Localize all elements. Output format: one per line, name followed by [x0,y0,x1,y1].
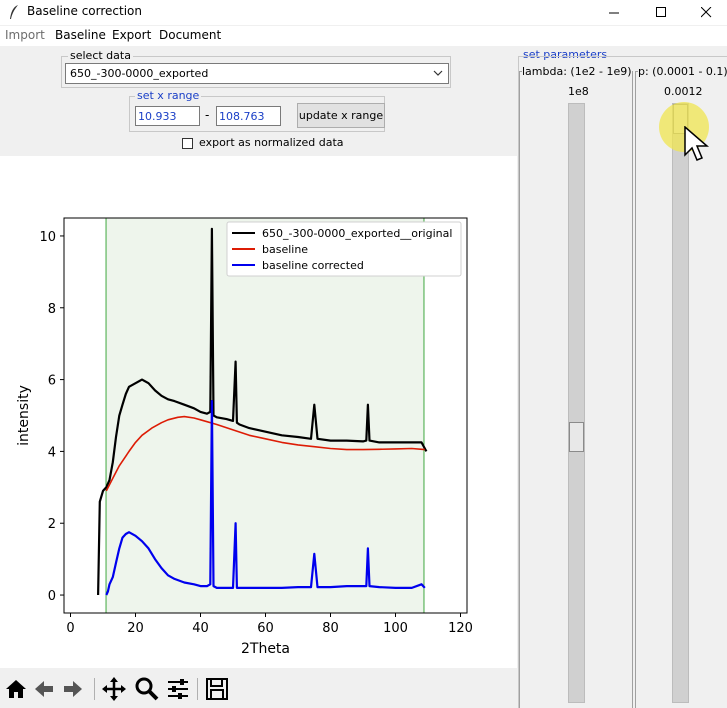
y-tick-label: 8 [48,302,56,317]
data-select-value: 650_-300-0000_exported [70,67,209,80]
close-icon [700,7,711,18]
chevron-down-icon [433,70,443,76]
x-tick-label: 80 [322,621,339,636]
toolbar-separator [94,678,95,700]
x-axis-label: 2Theta [241,641,290,657]
p-slider-track[interactable] [672,103,689,703]
export-normalized-checkbox[interactable] [182,138,193,149]
pan-icon [102,677,126,701]
toolbar-separator [197,678,198,700]
back-icon [35,681,53,697]
back-button[interactable] [31,676,57,702]
plot-canvas[interactable]: 0 20 40 60 80 100 120 0 2 4 6 8 10 2Theta intensity 650… [0,156,517,668]
close-button[interactable] [683,0,727,25]
plot-toolbar [0,670,517,708]
home-button[interactable] [3,676,29,702]
minimize-button[interactable] [591,0,637,25]
configure-button[interactable] [165,676,191,702]
y-tick-label: 6 [48,374,56,389]
legend-entry: 650_-300-0000_exported__original [262,227,452,240]
save-icon [206,678,228,700]
pan-button[interactable] [101,676,127,702]
x-tick-label: 120 [448,621,473,636]
lambda-label: lambda: (1e2 - 1e9) [522,65,632,78]
data-select-combobox[interactable]: 650_-300-0000_exported [65,63,449,84]
menu-baseline[interactable]: Baseline [55,28,106,42]
y-axis-label: intensity [16,385,32,446]
zoom-icon [135,677,159,701]
p-value: 0.0012 [664,85,703,98]
minimize-icon [608,12,619,14]
forward-button[interactable] [60,676,86,702]
title-bar: Baseline correction [0,0,727,25]
lambda-value: 1e8 [568,85,589,98]
x-tick-label: 100 [383,621,408,636]
menu-import[interactable]: Import [5,28,45,42]
mouse-cursor-icon [684,126,710,161]
x-tick-label: 60 [257,621,274,636]
legend-entry: baseline corrected [262,259,364,272]
legend-entry: baseline [262,243,308,256]
y-tick-label: 4 [48,445,56,460]
home-icon [6,680,26,698]
lambda-slider-thumb[interactable] [569,422,584,452]
y-tick-label: 2 [48,517,56,532]
x-range-label: set x range [135,89,202,103]
legend: 650_-300-0000_exported__original baseline… [226,221,462,277]
maximize-button[interactable] [638,0,684,25]
x-max-input[interactable]: 108.763 [216,106,281,126]
feather-icon [10,5,18,19]
chart-svg: 0 20 40 60 80 100 120 0 2 4 6 8 10 2Theta intensity 650… [16,217,473,657]
zoom-button[interactable] [134,676,160,702]
export-normalized-label: export as normalized data [199,136,344,149]
menu-document[interactable]: Document [159,28,221,42]
x-tick-label: 20 [127,621,144,636]
x-tick-label: 40 [192,621,209,636]
configure-icon [168,679,188,699]
x-min-input[interactable]: 10.933 [135,106,200,126]
update-x-range-button[interactable]: update x range [297,103,385,128]
maximize-icon [655,7,666,17]
x-range-dash: - [205,108,210,122]
forward-icon [64,681,82,697]
x-tick-label: 0 [66,621,74,636]
p-label: p: (0.0001 - 0.1) [638,65,727,78]
save-button[interactable] [204,676,230,702]
select-data-label: select data [68,49,133,63]
menu-export[interactable]: Export [112,28,151,42]
lambda-slider-track[interactable] [568,103,585,703]
y-tick-label: 10 [39,230,56,245]
window-title: Baseline correction [27,4,142,18]
selected-range-area [106,218,424,613]
menu-bar: Import Baseline Export Document [0,26,727,46]
y-tick-label: 0 [48,589,56,604]
